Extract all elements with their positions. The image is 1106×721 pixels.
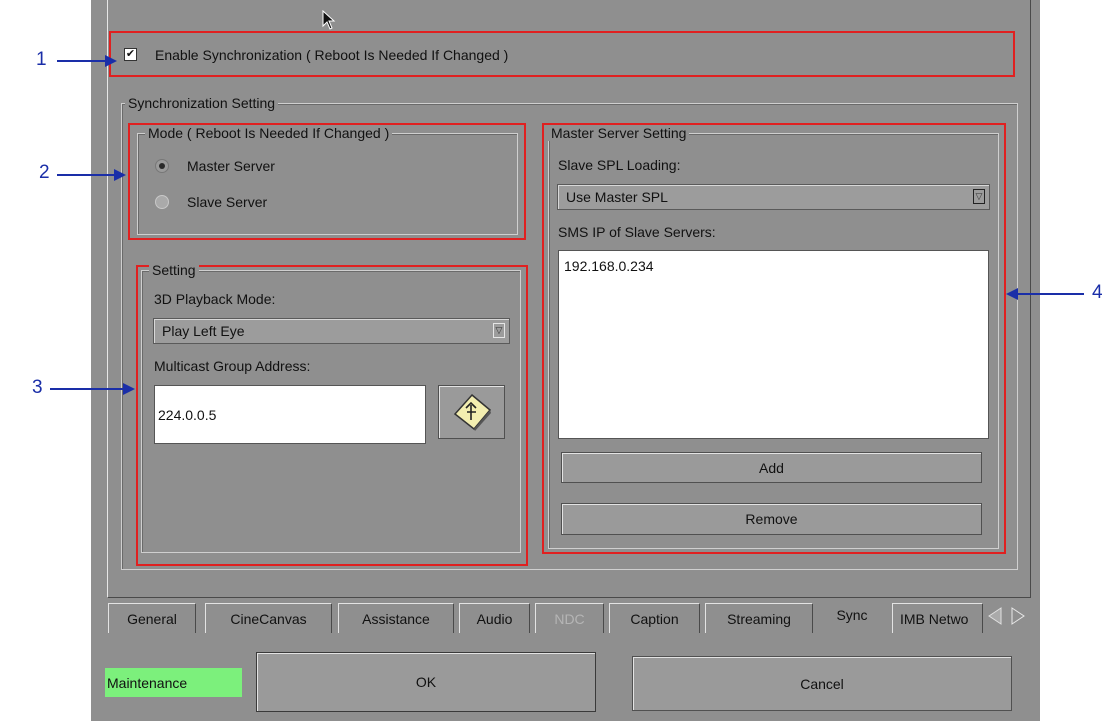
add-button[interactable]: Add (561, 452, 982, 483)
slave-spl-dropdown[interactable]: Use Master SPL ▽ (557, 184, 990, 210)
annotation-arrow-2 (57, 174, 115, 176)
enable-sync-label: Enable Synchronization ( Reboot Is Neede… (155, 47, 509, 63)
annotation-arrow-3 (50, 388, 124, 390)
arrow-right-icon (105, 55, 117, 67)
keyboard-icon (453, 393, 491, 431)
annotation-arrow-4 (1017, 293, 1084, 295)
tab-cinecanvas[interactable]: CineCanvas (205, 603, 332, 633)
sync-setting-title: Synchronization Setting (125, 95, 279, 111)
tab-imb-network[interactable]: IMB Netwo (892, 603, 983, 633)
tab-streaming[interactable]: Streaming (705, 603, 813, 633)
list-item[interactable]: 192.168.0.234 (564, 258, 983, 274)
slave-ip-list[interactable]: 192.168.0.234 (558, 250, 989, 439)
tab-scroll-right-button[interactable] (1006, 601, 1030, 631)
annotation-2: 2 (39, 162, 50, 183)
tab-general[interactable]: General (108, 603, 196, 633)
tab-audio[interactable]: Audio (459, 603, 530, 633)
playback-mode-value: Play Left Eye (162, 323, 245, 339)
remove-button[interactable]: Remove (561, 503, 982, 535)
tab-ndc[interactable]: NDC (535, 603, 604, 633)
master-server-label: Master Server (187, 158, 275, 174)
multicast-label: Multicast Group Address: (154, 358, 311, 374)
mode-title: Mode ( Reboot Is Needed If Changed ) (145, 125, 393, 141)
enable-sync-checkbox[interactable]: ✔ (124, 48, 137, 61)
slave-spl-value: Use Master SPL (566, 189, 668, 205)
playback-mode-label: 3D Playback Mode: (154, 291, 276, 307)
master-server-radio[interactable] (155, 159, 169, 173)
mode-group: Mode ( Reboot Is Needed If Changed ) (137, 125, 518, 235)
tab-sync[interactable]: Sync (817, 600, 887, 630)
dropdown-arrow-icon: ▽ (973, 189, 985, 204)
dropdown-arrow-icon: ▽ (493, 323, 505, 338)
slave-server-label: Slave Server (187, 194, 268, 210)
sms-ip-label: SMS IP of Slave Servers: (558, 224, 716, 240)
maintenance-label: Maintenance (107, 674, 188, 691)
arrow-left-icon (1006, 288, 1018, 300)
checkmark-icon: ✔ (125, 48, 136, 60)
annotation-4: 4 (1092, 282, 1103, 303)
maintenance-badge: Maintenance (105, 668, 242, 697)
mouse-cursor-icon (322, 10, 336, 30)
slave-server-radio[interactable] (155, 195, 169, 209)
tab-assistance[interactable]: Assistance (338, 603, 454, 633)
setting-title: Setting (149, 262, 199, 278)
arrow-right-icon (123, 383, 135, 395)
tab-scroll-left-button[interactable] (984, 601, 1006, 631)
keyboard-button[interactable] (438, 385, 505, 439)
multicast-address-value: 224.0.0.5 (158, 406, 217, 423)
triangle-right-icon (1011, 607, 1025, 625)
master-setting-title: Master Server Setting (548, 125, 690, 141)
annotation-3: 3 (32, 377, 43, 398)
playback-mode-dropdown[interactable]: Play Left Eye ▽ (153, 318, 510, 344)
annotation-1: 1 (36, 49, 47, 70)
annotation-arrow-1 (57, 60, 107, 62)
ok-button[interactable]: OK (256, 652, 596, 712)
triangle-left-icon (988, 607, 1002, 625)
tab-caption[interactable]: Caption (609, 603, 700, 633)
slave-spl-label: Slave SPL Loading: (558, 157, 681, 173)
arrow-right-icon (114, 169, 126, 181)
cancel-button[interactable]: Cancel (632, 656, 1012, 711)
multicast-address-input[interactable]: 224.0.0.5 (154, 385, 426, 444)
